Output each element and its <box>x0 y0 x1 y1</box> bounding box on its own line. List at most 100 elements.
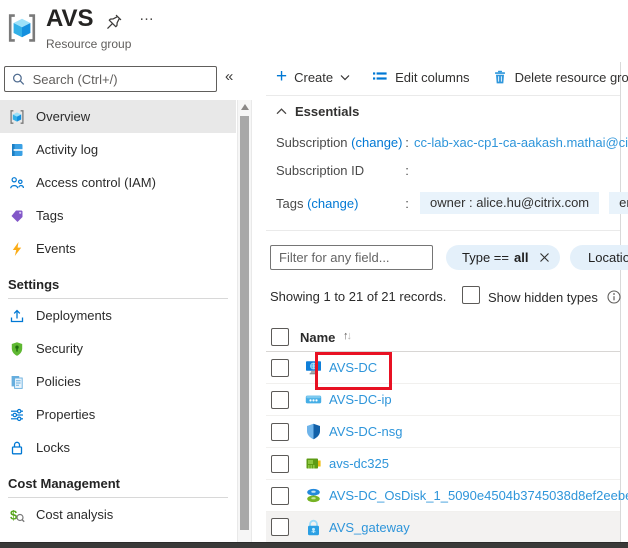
more-options-icon[interactable]: … <box>139 7 156 24</box>
resource-link[interactable]: avs-dc325 <box>329 456 389 471</box>
resource-link[interactable]: AVS-DC-ip <box>329 392 392 407</box>
essentials-subscription-row: Subscription (change) : cc-lab-xac-cp1-c… <box>276 135 628 150</box>
location-filter-pill[interactable]: Location <box>570 245 628 270</box>
page-title: AVS <box>46 5 94 33</box>
filter-field-input[interactable] <box>270 245 433 270</box>
policies-icon <box>9 374 25 390</box>
row-checkbox[interactable] <box>271 518 289 536</box>
disk-icon <box>305 487 322 504</box>
sidebar-item-locks[interactable]: Locks <box>0 431 236 464</box>
gateway-icon <box>305 519 322 536</box>
edit-columns-icon <box>372 69 388 85</box>
search-icon <box>12 72 25 86</box>
subscription-value-link[interactable]: cc-lab-xac-cp1-ca-aakash.mathai@cit <box>414 135 628 150</box>
row-checkbox[interactable] <box>271 359 289 377</box>
sidebar-item-label: Deployments <box>36 308 112 323</box>
sidebar-item-cost-analysis[interactable]: $ Cost analysis <box>0 498 236 531</box>
public-ip-icon <box>305 391 322 408</box>
sidebar-item-security[interactable]: Security <box>0 332 236 365</box>
sidebar-item-label: Tags <box>36 208 63 223</box>
sidebar-search[interactable] <box>4 66 217 92</box>
table-row: avs-dc325 <box>266 448 620 480</box>
info-icon[interactable] <box>607 290 621 304</box>
essentials-tags-row: Tags (change) : owner : alice.hu@citrix.… <box>276 192 628 214</box>
delete-resource-group-button[interactable]: Delete resource group <box>492 69 628 85</box>
sidebar-item-label: Access control (IAM) <box>36 175 156 190</box>
resource-link[interactable]: AVS-DC_OsDisk_1_5090e4504b3745038d8ef2ee… <box>329 488 628 503</box>
sidebar-item-label: Policies <box>36 374 81 389</box>
plus-icon: + <box>276 70 287 84</box>
resource-link[interactable]: AVS_gateway <box>329 520 410 535</box>
activity-log-icon <box>9 142 25 158</box>
essentials-subscription-id-row: Subscription ID : <box>276 163 414 178</box>
azure-portal-resource-group-page: AVS … Resource group « Overview <box>0 0 628 548</box>
sidebar-section-cost-management: Cost Management <box>0 464 236 495</box>
name-column-header[interactable]: Name <box>300 330 335 345</box>
row-checkbox[interactable] <box>271 455 289 473</box>
page-subtitle: Resource group <box>46 37 131 51</box>
lock-icon <box>9 440 25 456</box>
sidebar-item-label: Activity log <box>36 142 98 157</box>
sidebar-scrollbar[interactable] <box>237 100 252 542</box>
network-interface-icon <box>305 455 322 472</box>
tags-label: Tags <box>276 196 303 211</box>
collapse-sidebar-button[interactable]: « <box>225 68 233 85</box>
table-row: AVS-DC-ip <box>266 384 620 416</box>
table-row: AVS-DC-nsg <box>266 416 620 448</box>
sidebar-item-activity-log[interactable]: Activity log <box>0 133 236 166</box>
search-input[interactable] <box>31 71 209 88</box>
resource-group-icon <box>9 109 25 125</box>
sidebar-item-policies[interactable]: Policies <box>0 365 236 398</box>
sidebar-item-overview[interactable]: Overview <box>0 100 236 133</box>
main-panel: + Create Edit columns <box>266 0 628 548</box>
tag-icon <box>9 208 25 224</box>
remove-filter-icon[interactable] <box>539 252 550 263</box>
row-checkbox[interactable] <box>271 423 289 441</box>
chevron-down-icon <box>340 74 350 81</box>
select-all-checkbox[interactable] <box>271 328 289 346</box>
scrollbar-thumb[interactable] <box>240 116 249 530</box>
scrollbar-up-icon[interactable] <box>241 104 249 110</box>
sidebar-item-deployments[interactable]: Deployments <box>0 299 236 332</box>
pin-icon[interactable] <box>105 13 123 31</box>
essentials-toggle[interactable]: Essentials <box>276 104 359 119</box>
edit-columns-button[interactable]: Edit columns <box>372 69 469 85</box>
resource-group-icon <box>6 12 38 44</box>
table-row: AVS_gateway <box>266 512 620 542</box>
tag-pill[interactable]: owner : alice.hu@citrix.com <box>420 192 599 214</box>
show-hidden-types-checkbox[interactable] <box>462 286 480 304</box>
subscription-change-link[interactable]: (change) <box>351 135 402 150</box>
sidebar-item-access-control[interactable]: Access control (IAM) <box>0 166 236 199</box>
sidebar-item-tags[interactable]: Tags <box>0 199 236 232</box>
sort-icon[interactable]: ↑↓ <box>343 330 352 342</box>
sidebar-item-properties[interactable]: Properties <box>0 398 236 431</box>
bottom-bar <box>0 542 628 548</box>
row-checkbox[interactable] <box>271 487 289 505</box>
create-button[interactable]: + Create <box>276 70 350 85</box>
sidebar-item-label: Locks <box>36 440 70 455</box>
resource-link[interactable]: AVS-DC-nsg <box>329 424 402 439</box>
sidebar-item-label: Cost analysis <box>36 507 113 522</box>
network-security-group-icon <box>305 423 322 440</box>
tags-change-link[interactable]: (change) <box>307 196 358 211</box>
row-checkbox[interactable] <box>271 391 289 409</box>
sidebar-item-label: Properties <box>36 407 95 422</box>
table-row: AVS-DC_OsDisk_1_5090e4504b3745038d8ef2ee… <box>266 480 620 512</box>
access-control-icon <box>9 175 25 191</box>
show-hidden-types-label: Show hidden types <box>488 290 598 305</box>
type-filter-pill[interactable]: Type == all <box>446 245 560 270</box>
deployments-icon <box>9 308 25 324</box>
divider <box>266 95 620 96</box>
tag-pill[interactable]: env <box>609 192 628 214</box>
table-row: AVS-DC <box>266 352 620 384</box>
command-bar: + Create Edit columns <box>276 69 628 85</box>
sidebar-item-label: Security <box>36 341 83 356</box>
sidebar-item-events[interactable]: Events <box>0 232 236 265</box>
divider <box>266 230 620 231</box>
sidebar-nav: Overview Activity log Access control (IA… <box>0 100 236 548</box>
records-count-text: Showing 1 to 21 of 21 records. <box>270 289 446 304</box>
subscription-label: Subscription <box>276 135 348 150</box>
resource-link[interactable]: AVS-DC <box>329 360 377 375</box>
chevron-up-icon <box>276 108 287 115</box>
trash-icon <box>492 69 508 85</box>
